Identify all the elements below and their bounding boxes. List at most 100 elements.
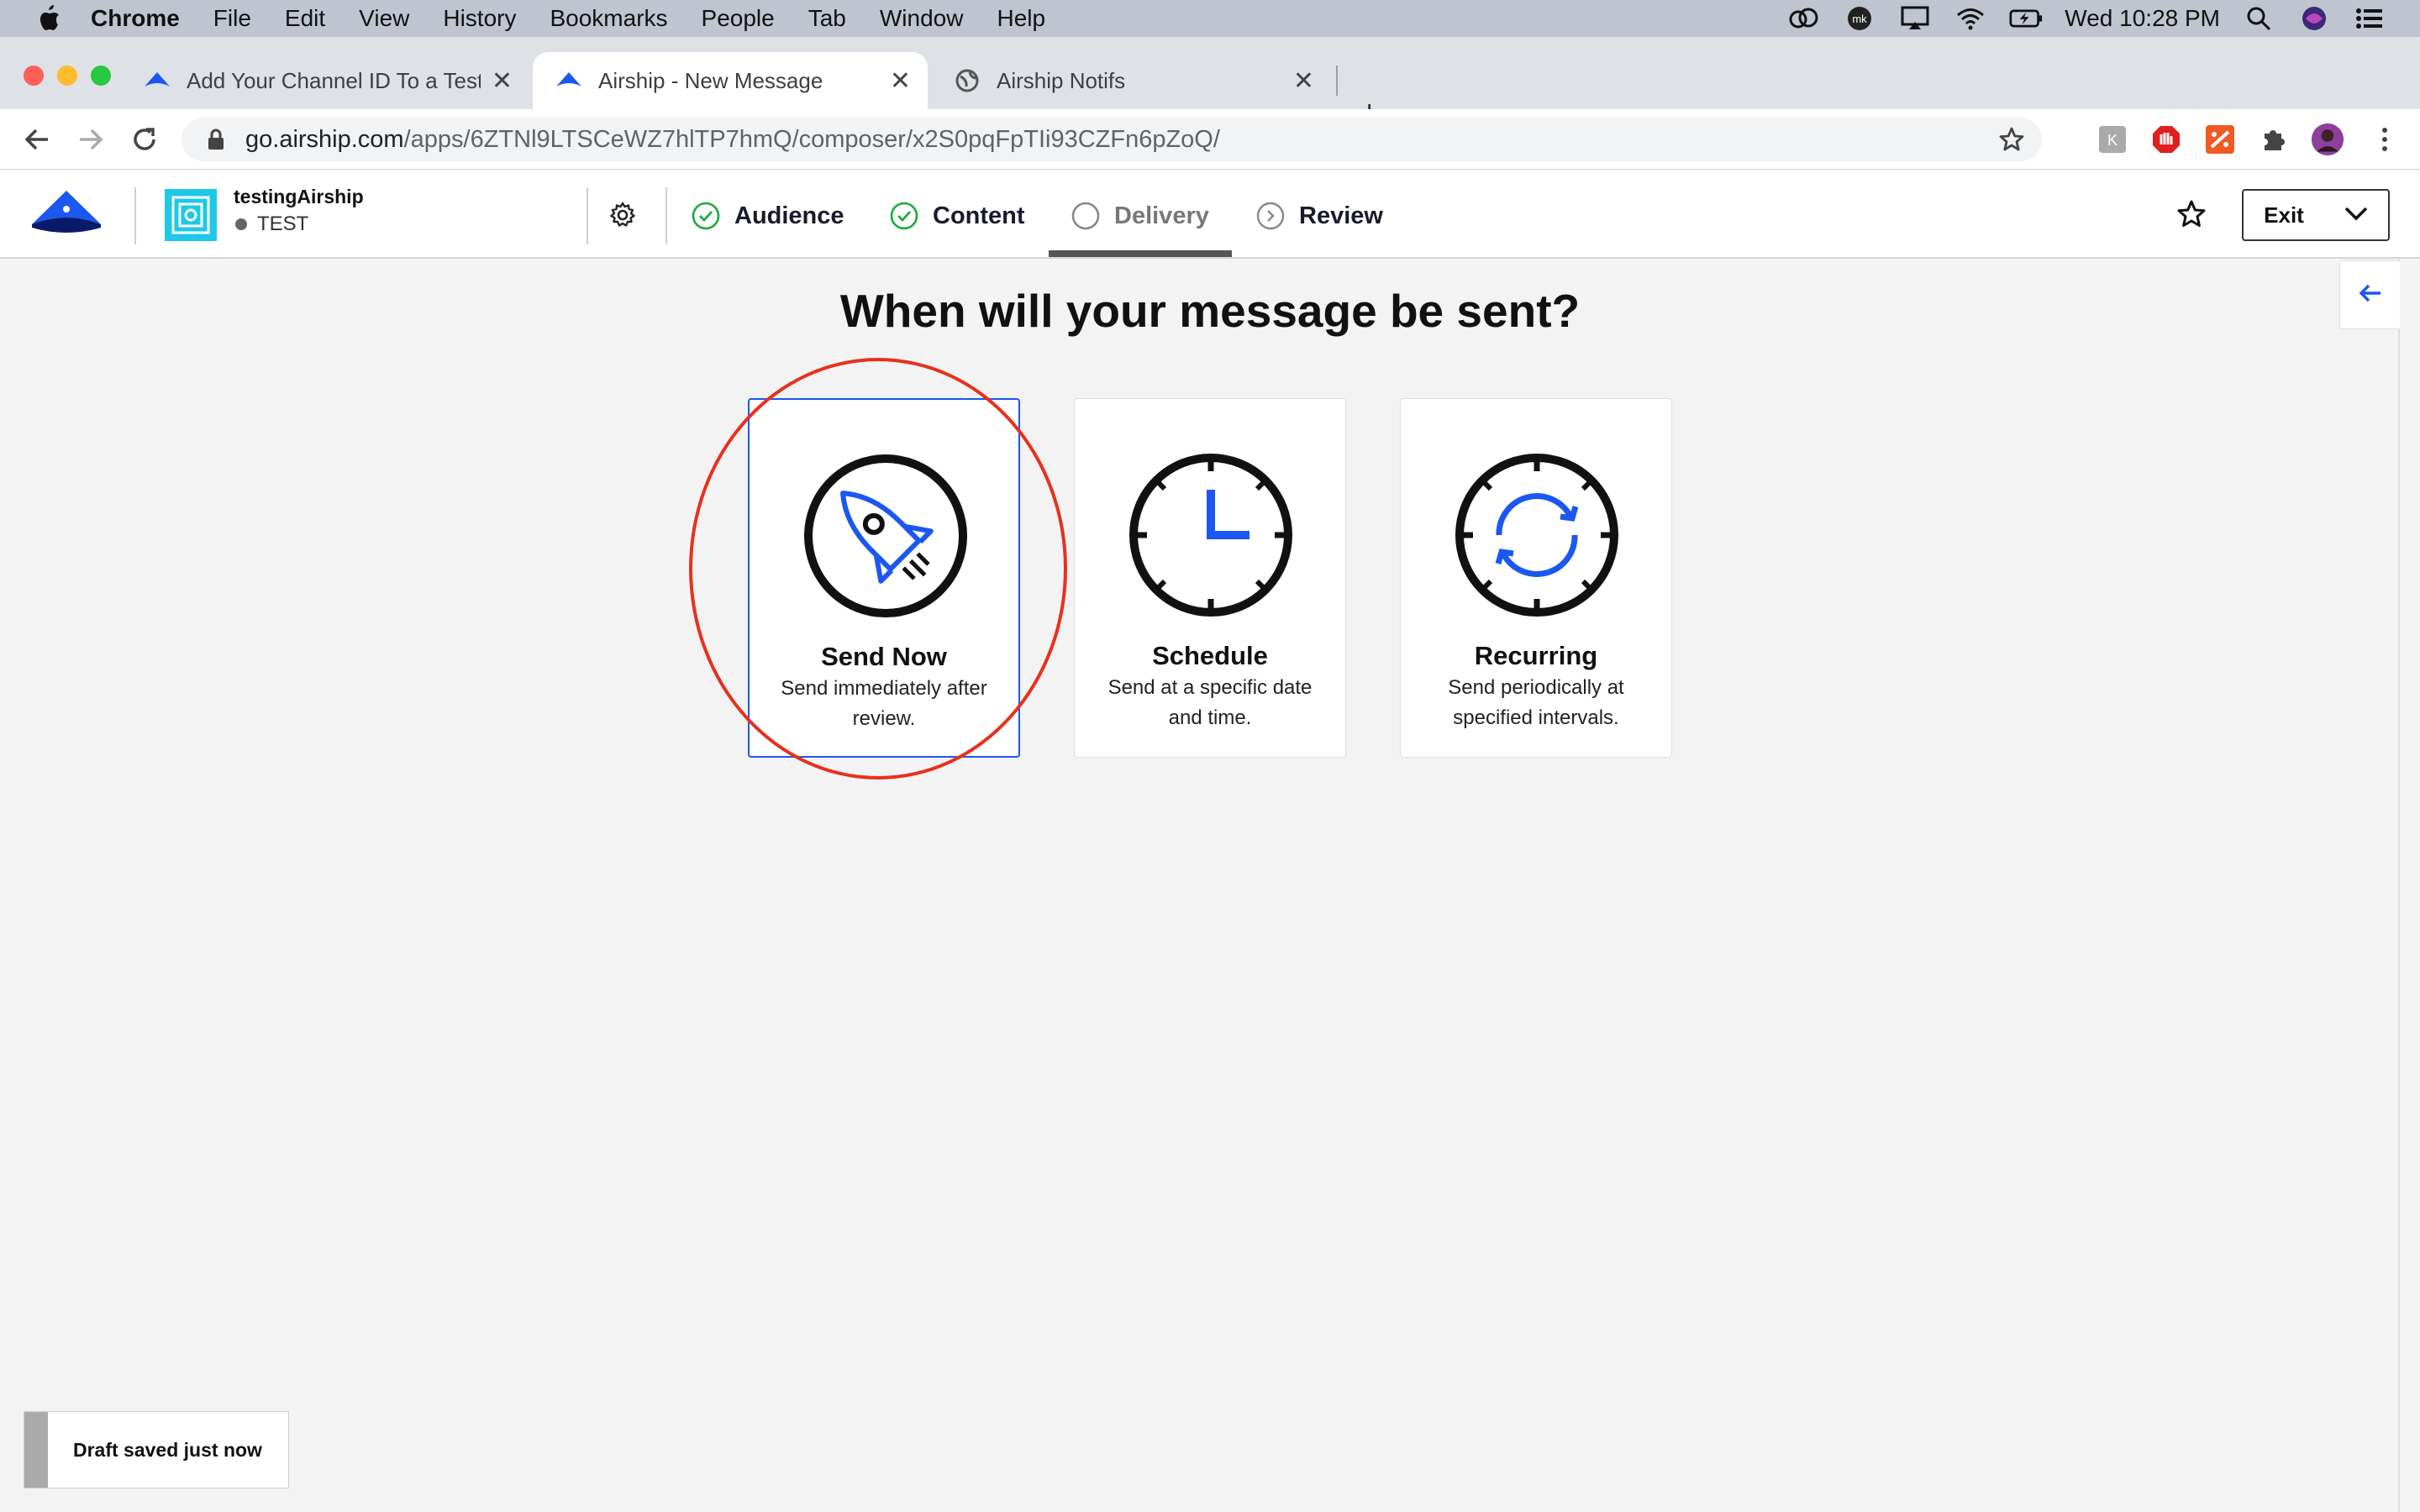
option-title: Recurring <box>1474 641 1598 670</box>
tab-divider <box>1336 66 1338 96</box>
creative-cloud-icon[interactable] <box>1787 6 1821 31</box>
lock-icon[interactable] <box>202 129 230 150</box>
profile-avatar[interactable] <box>2311 123 2344 156</box>
option-title: Schedule <box>1152 641 1268 670</box>
draft-saved-toast: Draft saved just now <box>24 1411 289 1488</box>
app-icon[interactable] <box>165 189 217 241</box>
step-label: Audience <box>734 202 844 229</box>
globe-favicon-icon <box>953 66 981 95</box>
environment-status-dot <box>235 218 247 230</box>
menu-window[interactable]: Window <box>880 5 964 32</box>
option-description: Send at a specific date and time. <box>1107 676 1313 729</box>
header-divider <box>587 187 588 244</box>
step-label: Content <box>933 202 1025 229</box>
window-controls <box>24 66 111 86</box>
header-divider <box>134 187 136 244</box>
favorite-star-icon[interactable] <box>2176 199 2207 234</box>
step-audience[interactable]: Audience <box>691 196 844 236</box>
control-center-icon[interactable] <box>2353 6 2386 31</box>
address-bar[interactable]: go.airship.com/apps/6ZTNl9LTSCeWZ7hlTP7h… <box>182 118 2042 161</box>
adblock-extension-icon[interactable] <box>2149 123 2183 156</box>
reload-button[interactable] <box>126 121 163 158</box>
extension-k-icon[interactable]: K <box>2096 123 2129 156</box>
menu-app-name[interactable]: Chrome <box>91 5 180 32</box>
step-content[interactable]: Content <box>889 196 1025 236</box>
close-window-button[interactable] <box>24 66 44 86</box>
wifi-icon[interactable] <box>1954 6 1987 31</box>
url-host: go.airship.com <box>245 125 404 153</box>
close-tab-icon[interactable]: ✕ <box>1293 66 1314 96</box>
toast-message: Draft saved just now <box>73 1438 262 1461</box>
chevron-circle-icon <box>1255 201 1286 231</box>
menu-bookmarks[interactable]: Bookmarks <box>550 5 667 32</box>
back-button[interactable] <box>18 121 55 158</box>
option-title: Send Now <box>821 642 947 671</box>
step-delivery[interactable]: Delivery <box>1071 196 1209 236</box>
extensions-puzzle-icon[interactable] <box>2257 123 2291 156</box>
toast-accent-bar <box>24 1412 48 1488</box>
page-title: When will your message be sent? <box>839 285 1581 337</box>
app-header: testingAirship TEST Audience Content Del… <box>0 171 2420 259</box>
forward-button[interactable] <box>72 121 109 158</box>
menu-help[interactable]: Help <box>997 5 1045 32</box>
url-path: /apps/6ZTNl9LTSCeWZ7hlTP7hmQ/composer/x2… <box>403 125 1220 153</box>
chevron-down-icon <box>2344 205 2369 226</box>
clock-icon <box>1127 451 1295 619</box>
browser-tab[interactable]: Add Your Channel ID To a Test · ✕ <box>143 52 529 109</box>
minimize-window-button[interactable] <box>57 66 77 86</box>
chrome-menu-icon[interactable] <box>2368 123 2402 156</box>
close-tab-icon[interactable]: ✕ <box>890 66 911 96</box>
toggl-extension-icon[interactable] <box>2203 123 2237 156</box>
step-review[interactable]: Review <box>1255 196 1383 236</box>
browser-toolbar: go.airship.com/apps/6ZTNl9LTSCeWZ7hlTP7h… <box>0 109 2420 170</box>
environment-label: TEST <box>257 213 309 235</box>
svg-text:K: K <box>2107 132 2118 149</box>
tab-title: Add Your Channel ID To a Test · <box>187 67 481 93</box>
schedule-option[interactable]: Schedule Send at a specific date and tim… <box>1074 398 1346 758</box>
current-step-indicator <box>1049 250 1232 257</box>
tab-title: Airship Notifs <box>997 67 1126 93</box>
menu-edit[interactable]: Edit <box>285 5 325 32</box>
check-circle-icon <box>691 201 721 231</box>
exit-dropdown-button[interactable] <box>2324 189 2390 241</box>
menu-clock[interactable]: Wed 10:28 PM <box>2065 5 2220 32</box>
close-tab-icon[interactable]: ✕ <box>492 66 513 96</box>
apple-menu-icon[interactable] <box>32 4 66 33</box>
header-divider <box>666 187 667 244</box>
battery-charging-icon[interactable] <box>2009 6 2043 31</box>
check-circle-icon <box>889 201 919 231</box>
macos-menu-bar: Chrome File Edit View History Bookmarks … <box>0 0 2420 37</box>
exit-button[interactable]: Exit <box>2242 189 2326 241</box>
bookmark-star-icon[interactable] <box>1998 126 2025 160</box>
menu-people[interactable]: People <box>702 5 775 32</box>
menu-view[interactable]: View <box>359 5 409 32</box>
recurring-icon <box>1453 451 1621 619</box>
option-description: Send periodically at specified intervals… <box>1448 676 1624 729</box>
option-description: Send immediately after review. <box>781 677 987 730</box>
step-label: Delivery <box>1114 202 1209 229</box>
mk-app-icon[interactable]: mk <box>1843 6 1876 31</box>
browser-tab[interactable]: Airship Notifs ✕ <box>953 52 1331 109</box>
siri-icon[interactable] <box>2297 6 2331 31</box>
browser-tab-strip: Add Your Channel ID To a Test · ✕ Airshi… <box>0 37 2420 129</box>
menu-tab[interactable]: Tab <box>808 5 846 32</box>
zoom-window-button[interactable] <box>91 66 111 86</box>
browser-tab-active[interactable]: Airship - New Message ✕ <box>533 52 928 109</box>
send-now-option[interactable]: Send Now Send immediately after review. <box>748 398 1020 758</box>
recurring-option[interactable]: Recurring Send periodically at specified… <box>1400 398 1672 758</box>
app-environment: TEST <box>235 213 308 236</box>
tab-title: Airship - New Message <box>598 67 823 93</box>
settings-gear-icon[interactable] <box>608 201 637 234</box>
menu-file[interactable]: File <box>213 5 251 32</box>
step-label: Review <box>1299 202 1383 229</box>
svg-text:mk: mk <box>1853 13 1868 25</box>
empty-circle-icon <box>1071 201 1101 231</box>
airship-favicon-icon <box>555 66 583 95</box>
spotlight-search-icon[interactable] <box>2242 6 2275 31</box>
airship-favicon-icon <box>143 66 171 95</box>
airplay-icon[interactable] <box>1898 6 1932 31</box>
app-name[interactable]: testingAirship <box>234 186 364 208</box>
side-panel-edge <box>2398 259 2400 1512</box>
airship-logo[interactable] <box>30 189 103 245</box>
menu-history[interactable]: History <box>443 5 516 32</box>
